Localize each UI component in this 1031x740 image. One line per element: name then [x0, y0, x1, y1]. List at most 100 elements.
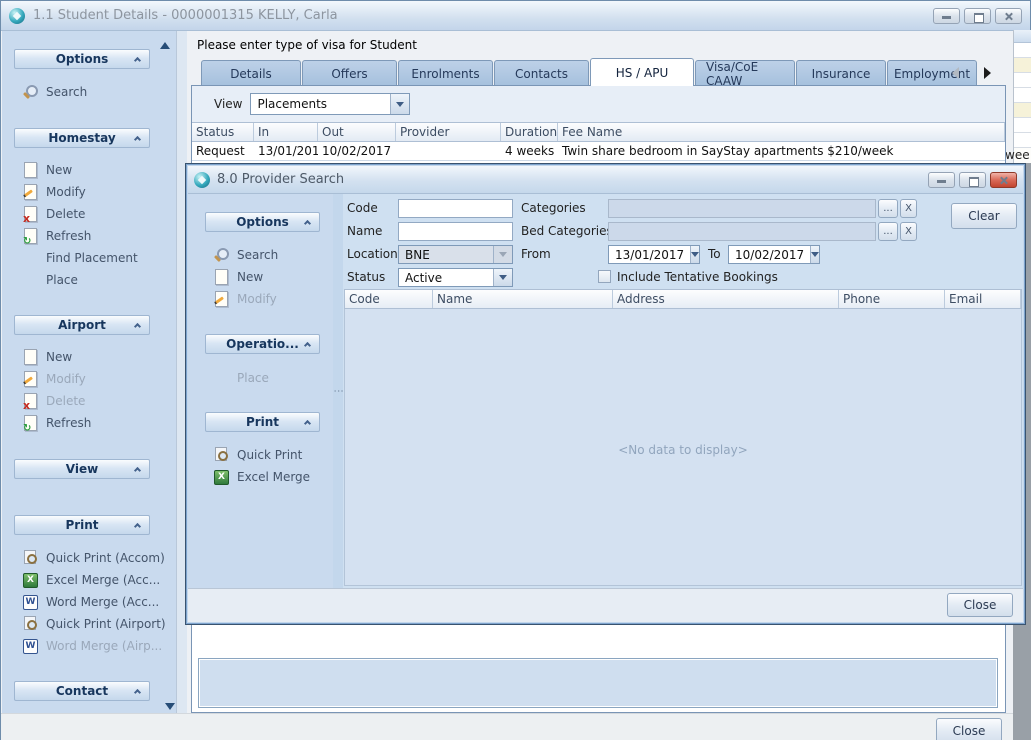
column-header-address[interactable]: Address — [613, 290, 839, 308]
sidebar-item-airport-new[interactable]: New — [22, 346, 72, 368]
clear-button[interactable]: Clear — [951, 203, 1017, 229]
view-combobox[interactable]: Placements — [250, 93, 410, 115]
collapse-caret-icon — [134, 467, 141, 474]
dialog-maximize-button[interactable] — [959, 172, 986, 188]
column-header-phone[interactable]: Phone — [839, 290, 945, 308]
main-titlebar[interactable]: 1.1 Student Details - 0000001315 KELLY, … — [1, 1, 1030, 31]
group-header-print[interactable]: Print — [205, 412, 320, 432]
column-header-provider[interactable]: Provider — [396, 123, 501, 141]
sidebar-item-quick-print-accom[interactable]: Quick Print (Accom) — [22, 547, 165, 569]
group-header-print[interactable]: Print — [14, 515, 150, 535]
sidebar-item-airport-modify[interactable]: Modify — [22, 368, 86, 390]
tentative-bookings-checkbox[interactable] — [598, 270, 611, 283]
group-header-operations[interactable]: Operatio... — [205, 334, 320, 354]
minimize-button[interactable] — [933, 8, 960, 24]
tab-details[interactable]: Details — [201, 60, 301, 86]
tab-scroll-left-icon[interactable] — [952, 67, 959, 79]
edit-document-icon — [22, 184, 38, 200]
column-header-out[interactable]: Out — [318, 123, 396, 141]
chevron-down-icon[interactable] — [810, 246, 819, 263]
table-row[interactable]: Request 13/01/2017 10/02/2017 4 weeks Tw… — [192, 142, 1005, 161]
group-header-airport[interactable]: Airport — [14, 315, 150, 335]
column-header-name[interactable]: Name — [433, 290, 613, 308]
dialog-item-place[interactable]: Place — [213, 367, 269, 389]
sidebar-scroll-up-icon[interactable] — [160, 42, 170, 49]
sidebar-item-airport-refresh[interactable]: Refresh — [22, 412, 91, 434]
bed-categories-ellipsis-button[interactable]: ... — [878, 222, 898, 241]
location-combobox[interactable]: BNE — [398, 245, 513, 264]
main-close-button[interactable]: Close — [936, 718, 1002, 740]
sidebar-item-search[interactable]: Search — [22, 81, 87, 103]
tab-contacts[interactable]: Contacts — [494, 60, 589, 86]
categories-ellipsis-button[interactable]: ... — [878, 199, 898, 218]
dialog-splitter[interactable]: ⋮ — [333, 194, 343, 588]
status-combobox[interactable]: Active — [398, 268, 513, 287]
code-label: Code — [347, 199, 378, 217]
dialog-titlebar[interactable]: 8.0 Provider Search — [188, 166, 1023, 194]
dialog-item-new[interactable]: New — [213, 266, 263, 288]
bed-categories-field[interactable] — [608, 222, 876, 241]
sidebar-item-word-merge-accom[interactable]: Word Merge (Acc... — [22, 591, 159, 613]
sidebar-item-homestay-refresh[interactable]: Refresh — [22, 225, 91, 247]
dialog-minimize-button[interactable] — [928, 172, 955, 188]
close-button[interactable] — [995, 8, 1022, 24]
placements-grid: Status In Out Provider Duration Fee Name… — [192, 122, 1005, 161]
dialog-item-search[interactable]: Search — [213, 244, 278, 266]
column-header-fee-name[interactable]: Fee Name — [558, 123, 1005, 141]
sidebar-item-excel-merge-accom[interactable]: Excel Merge (Acc... — [22, 569, 160, 591]
sidebar-item-quick-print-airport[interactable]: Quick Print (Airport) — [22, 613, 166, 635]
categories-clear-button[interactable]: X — [900, 199, 917, 218]
maximize-button[interactable] — [964, 8, 991, 24]
sidebar-item-place[interactable]: Place — [22, 269, 78, 291]
group-header-homestay[interactable]: Homestay — [14, 128, 150, 148]
name-input[interactable] — [398, 222, 513, 241]
from-date-picker[interactable]: 13/01/2017 — [608, 245, 700, 264]
tab-visa-coe-caaw[interactable]: Visa/CoE CAAW — [695, 60, 795, 86]
sidebar-item-homestay-new[interactable]: New — [22, 159, 72, 181]
results-grid-body[interactable]: <No data to display> — [344, 309, 1022, 586]
dialog-footer — [188, 588, 1023, 622]
sidebar-item-homestay-delete[interactable]: Delete — [22, 203, 85, 225]
column-header-code[interactable]: Code — [345, 290, 433, 308]
sidebar-item-homestay-modify[interactable]: Modify — [22, 181, 86, 203]
tab-offers[interactable]: Offers — [302, 60, 397, 86]
status-label: Status — [347, 268, 385, 286]
tab-scroll-right-icon[interactable] — [984, 67, 991, 79]
dialog-item-excel-merge[interactable]: Excel Merge — [213, 466, 310, 488]
group-header-contact[interactable]: Contact — [14, 681, 150, 701]
print-preview-icon — [22, 616, 38, 632]
code-input[interactable] — [398, 199, 513, 218]
dialog-close-button[interactable] — [990, 172, 1017, 188]
categories-field[interactable] — [608, 199, 876, 218]
collapse-caret-icon — [304, 420, 311, 427]
group-header-view[interactable]: View — [14, 459, 150, 479]
group-header-options[interactable]: Options — [14, 49, 150, 69]
blank-icon — [22, 250, 38, 266]
group-header-options[interactable]: Options — [205, 212, 320, 232]
sidebar-scroll-down-icon[interactable] — [165, 703, 175, 710]
chevron-down-icon[interactable] — [493, 269, 512, 286]
tab-enrolments[interactable]: Enrolments — [398, 60, 493, 86]
chevron-down-icon[interactable] — [690, 246, 699, 263]
to-label: To — [708, 245, 721, 263]
bed-categories-clear-button[interactable]: X — [900, 222, 917, 241]
sidebar-item-word-merge-airport[interactable]: Word Merge (Airp... — [22, 635, 162, 657]
tab-employment[interactable]: Employment — [887, 60, 977, 86]
from-label: From — [521, 245, 551, 263]
screen: 1.1 Student Details - 0000001315 KELLY, … — [0, 0, 1031, 740]
tab-hs-apu[interactable]: HS / APU — [590, 58, 694, 86]
column-header-status[interactable]: Status — [192, 123, 254, 141]
chevron-down-icon — [493, 246, 512, 263]
column-header-email[interactable]: Email — [945, 290, 1021, 308]
column-header-in[interactable]: In — [254, 123, 318, 141]
column-header-duration[interactable]: Duration — [501, 123, 558, 141]
chevron-down-icon[interactable] — [390, 94, 409, 114]
delete-document-icon — [22, 206, 38, 222]
tab-insurance[interactable]: Insurance — [796, 60, 886, 86]
dialog-close-footer-button[interactable]: Close — [947, 593, 1013, 617]
dialog-item-modify[interactable]: Modify — [213, 288, 277, 310]
sidebar-item-find-placement[interactable]: Find Placement — [22, 247, 138, 269]
to-date-picker[interactable]: 10/02/2017 — [728, 245, 820, 264]
sidebar-item-airport-delete[interactable]: Delete — [22, 390, 85, 412]
dialog-item-quick-print[interactable]: Quick Print — [213, 444, 302, 466]
